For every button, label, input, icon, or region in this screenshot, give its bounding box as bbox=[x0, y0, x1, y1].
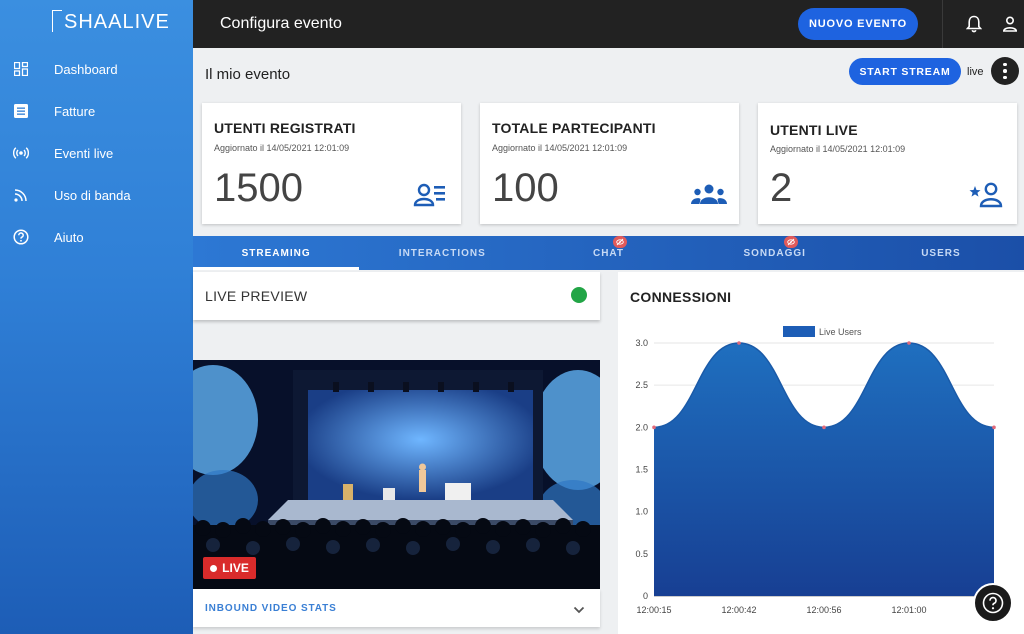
more-options-icon[interactable] bbox=[991, 57, 1019, 85]
data-point[interactable] bbox=[737, 341, 741, 345]
tab-label: INTERACTIONS bbox=[398, 247, 486, 259]
theater-stage-image bbox=[193, 360, 600, 589]
y-tick-label: 2.0 bbox=[635, 422, 648, 432]
y-tick-label: 1.0 bbox=[635, 507, 648, 517]
tab-label: USERS bbox=[921, 247, 961, 259]
sidebar-item-label: Aiuto bbox=[54, 229, 84, 245]
logo-text: SHAALIVE bbox=[64, 11, 170, 33]
sidebar-item-fatture[interactable]: Fatture bbox=[0, 95, 193, 127]
x-tick-label: 12:00:42 bbox=[721, 605, 756, 615]
connections-chart: 0 0.5 1.0 1.5 2.0 2.5 3.0 12:00:15 12:00:42 12:00… bbox=[635, 326, 996, 615]
tab-sondaggi[interactable]: SONDAGGI bbox=[692, 236, 858, 270]
live-badge: LIVE bbox=[203, 557, 256, 579]
series-area-live-users bbox=[654, 343, 994, 596]
help-button[interactable] bbox=[973, 583, 1013, 623]
invoice-icon bbox=[13, 103, 29, 119]
broadcast-icon bbox=[13, 145, 29, 161]
card-title: TOTALE PARTECIPANTI bbox=[492, 120, 656, 136]
card-value: 2 bbox=[770, 166, 793, 210]
help-circle-icon bbox=[982, 592, 1004, 614]
help-circle-icon bbox=[13, 229, 29, 245]
video-player[interactable]: LIVE bbox=[193, 360, 600, 589]
card-title: UTENTI REGISTRATI bbox=[214, 120, 356, 136]
star-user-icon bbox=[969, 182, 1003, 208]
x-tick-label: 12:01:00 bbox=[891, 605, 926, 615]
sidebar-item-dashboard[interactable]: Dashboard bbox=[0, 53, 193, 85]
card-title: UTENTI LIVE bbox=[770, 122, 858, 138]
live-badge-label: LIVE bbox=[222, 561, 249, 575]
y-tick-label: 1.5 bbox=[635, 465, 648, 475]
data-point[interactable] bbox=[822, 425, 826, 430]
x-tick-label: 12:00:56 bbox=[806, 605, 841, 615]
tab-users[interactable]: USERS bbox=[858, 236, 1024, 270]
data-point[interactable] bbox=[652, 425, 656, 430]
inbound-video-stats-label: INBOUND VIDEO STATS bbox=[205, 603, 337, 614]
card-updated: Aggiornato il 14/05/2021 12:01:09 bbox=[770, 144, 906, 154]
legend-label: Live Users bbox=[819, 327, 862, 337]
group-icon bbox=[691, 182, 727, 208]
tab-label: CHAT bbox=[592, 247, 625, 259]
tab-interactions[interactable]: INTERACTIONS bbox=[359, 236, 525, 270]
tab-label: STREAMING bbox=[241, 247, 311, 259]
event-title: Il mio evento bbox=[205, 66, 291, 83]
stat-card-registered: UTENTI REGISTRATI Aggiornato il 14/05/20… bbox=[202, 103, 461, 224]
tab-label: SONDAGGI bbox=[743, 247, 806, 259]
chevron-down-icon bbox=[573, 602, 585, 614]
stat-card-live-users: UTENTI LIVE Aggiornato il 14/05/2021 12:… bbox=[758, 103, 1017, 224]
eye-off-icon bbox=[783, 236, 798, 248]
card-value: 100 bbox=[492, 166, 559, 210]
eye-off-icon bbox=[613, 236, 628, 248]
stream-status-dot bbox=[571, 287, 587, 303]
user-icon[interactable] bbox=[1002, 15, 1018, 33]
new-event-button[interactable]: NUOVO EVENTO bbox=[798, 8, 918, 40]
dashboard-icon bbox=[13, 61, 29, 77]
sidebar-item-eventi-live[interactable]: Eventi live bbox=[0, 137, 193, 169]
y-tick-label: 0 bbox=[643, 591, 648, 601]
start-stream-button[interactable]: START STREAM bbox=[849, 58, 961, 85]
page-title: Configura evento bbox=[220, 15, 342, 32]
card-updated: Aggiornato il 14/05/2021 12:01:09 bbox=[214, 143, 350, 153]
divider bbox=[942, 0, 943, 48]
tab-bar: STREAMING INTERACTIONS CHAT SONDAGGI USE… bbox=[193, 236, 1024, 270]
app-logo[interactable]: SHAALIVE bbox=[52, 10, 170, 34]
user-list-icon bbox=[413, 182, 447, 208]
live-preview-header: LIVE PREVIEW bbox=[193, 272, 600, 320]
sidebar-item-uso-di-banda[interactable]: Uso di banda bbox=[0, 179, 193, 211]
sidebar-item-label: Fatture bbox=[54, 103, 96, 119]
tab-chat[interactable]: CHAT bbox=[525, 236, 691, 270]
sidebar: SHAALIVE Dashboard Fatture Eventi live U… bbox=[0, 0, 193, 634]
sidebar-item-label: Uso di banda bbox=[54, 187, 131, 203]
live-preview-title: LIVE PREVIEW bbox=[205, 288, 308, 304]
data-point[interactable] bbox=[907, 341, 911, 345]
event-header: Il mio evento START STREAM live bbox=[193, 48, 1024, 100]
legend-swatch[interactable] bbox=[783, 326, 815, 337]
x-tick-label: 12:00:15 bbox=[636, 605, 671, 615]
y-tick-label: 2.5 bbox=[635, 380, 648, 390]
bandwidth-icon bbox=[13, 187, 29, 203]
sidebar-item-label: Eventi live bbox=[54, 145, 114, 161]
stream-status-text: live bbox=[967, 66, 984, 78]
card-updated: Aggiornato il 14/05/2021 12:01:09 bbox=[492, 143, 628, 153]
stat-card-participants: TOTALE PARTECIPANTI Aggiornato il 14/05/… bbox=[480, 103, 739, 224]
card-value: 1500 bbox=[214, 166, 303, 210]
logo-mark bbox=[52, 10, 62, 32]
sidebar-item-label: Dashboard bbox=[54, 61, 118, 77]
live-dot bbox=[210, 564, 218, 572]
y-tick-label: 3.0 bbox=[635, 338, 648, 348]
bell-icon[interactable] bbox=[965, 15, 983, 33]
y-tick-label: 0.5 bbox=[635, 549, 648, 559]
inbound-video-stats-toggle[interactable]: INBOUND VIDEO STATS bbox=[193, 589, 600, 627]
data-point[interactable] bbox=[992, 425, 996, 430]
tab-streaming[interactable]: STREAMING bbox=[193, 236, 360, 270]
top-bar: Configura evento NUOVO EVENTO bbox=[193, 0, 1024, 48]
connections-panel: CONNESSIONI 0 0.5 1.0 1.5 2.0 2.5 3.0 12:00:15 1… bbox=[618, 272, 1024, 634]
sidebar-item-aiuto[interactable]: Aiuto bbox=[0, 221, 193, 253]
